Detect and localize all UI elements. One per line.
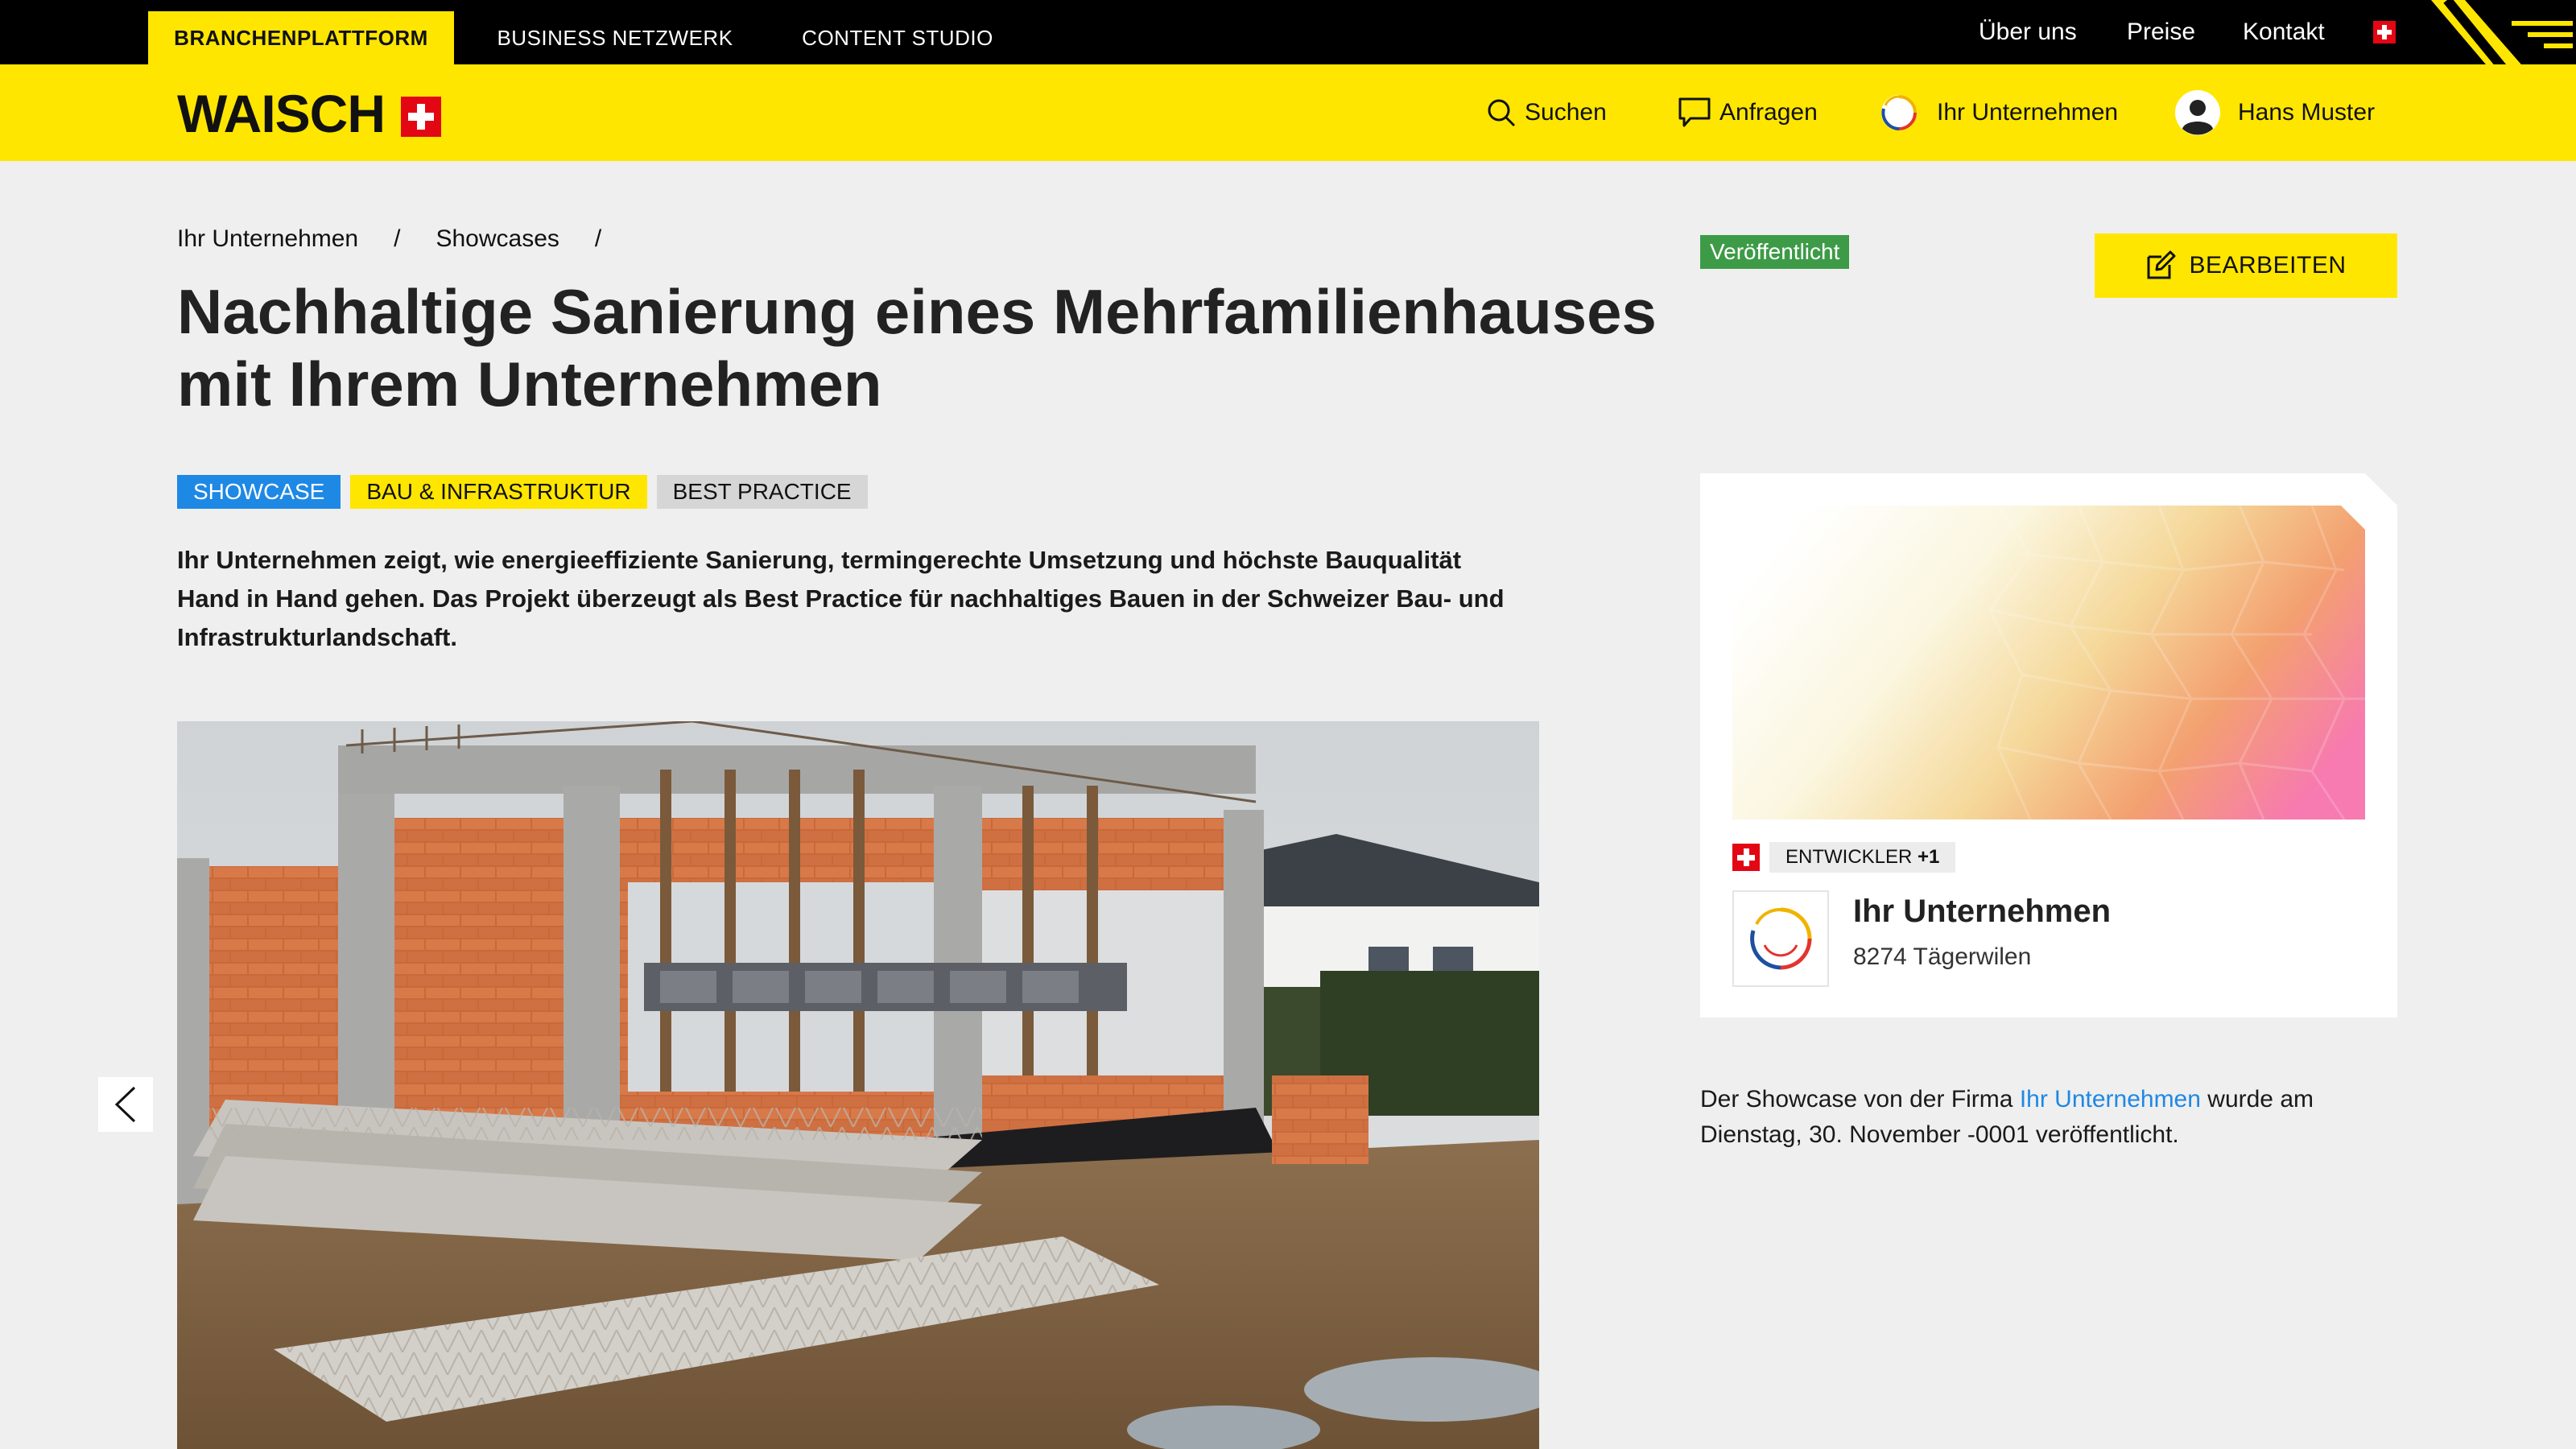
requests-nav-label: Anfragen (1719, 99, 1818, 126)
published-note: Der Showcase von der Firma Ihr Unternehm… (1700, 1082, 2392, 1153)
top-bar: BRANCHENPLATTFORM BUSINESS NETZWERK CONT… (0, 0, 2576, 64)
company-link[interactable]: Ihr Unternehmen (2020, 1086, 2201, 1113)
company-name[interactable]: Ihr Unternehmen (1853, 894, 2111, 930)
breadcrumb-item-showcases[interactable]: Showcases (436, 225, 559, 253)
edit-button[interactable]: BEARBEITEN (2095, 233, 2397, 298)
gradient-mosaic-graphic (1732, 506, 2365, 819)
tag-bau-infrastruktur[interactable]: BAU & INFRASTRUKTUR (350, 475, 647, 509)
chevron-left-icon (114, 1086, 136, 1123)
link-kontakt[interactable]: Kontakt (2243, 0, 2325, 64)
link-preise[interactable]: Preise (2127, 0, 2195, 64)
edit-button-label: BEARBEITEN (2189, 252, 2347, 279)
company-card[interactable]: ENTWICKLER +1 Ihr Unternehmen 8274 Täger… (1700, 473, 2397, 1018)
user-profile-button[interactable]: Hans Muster (2175, 89, 2375, 137)
tab-branchenplattform[interactable]: BRANCHENPLATTFORM (148, 11, 454, 64)
search-nav-button[interactable]: Suchen (1486, 89, 1607, 137)
company-logo (1732, 890, 1829, 987)
language-flag-button[interactable] (2373, 0, 2396, 64)
construction-site-illustration (177, 721, 1539, 1449)
company-meta: ENTWICKLER +1 (1732, 842, 1956, 873)
company-logo-icon (1881, 95, 1917, 130)
company-cover-image (1732, 506, 2365, 819)
requests-nav-button[interactable]: Anfragen (1678, 89, 1818, 137)
tag-showcase[interactable]: SHOWCASE (177, 475, 341, 509)
showcase-image (177, 721, 1539, 1449)
search-nav-label: Suchen (1525, 99, 1607, 126)
page-title: Nachhaltige Sanierung eines Mehrfamilien… (177, 276, 1657, 419)
breadcrumb-item-company[interactable]: Ihr Unternehmen (177, 225, 358, 253)
logo-wordmark: WAISCH (177, 84, 386, 143)
swiss-flag-icon (1732, 844, 1760, 871)
gallery-previous-button[interactable] (98, 1077, 153, 1132)
breadcrumb-separator: / (594, 225, 602, 252)
chat-bubble-icon (1678, 97, 1711, 127)
link-ueber-uns[interactable]: Über uns (1979, 0, 2077, 64)
lead-paragraph: Ihr Unternehmen zeigt, wie energieeffizi… (177, 546, 1505, 651)
tag-best-practice[interactable]: BEST PRACTICE (656, 475, 868, 509)
breadcrumb: Ihr Unternehmen / Showcases / (177, 225, 637, 253)
tab-content-studio[interactable]: CONTENT STUDIO (778, 11, 1018, 64)
status-badge: Veröffentlicht (1700, 235, 1850, 269)
role-badge: ENTWICKLER +1 (1769, 842, 1956, 873)
edit-icon (2147, 250, 2176, 279)
site-logo[interactable]: WAISCH (177, 80, 441, 147)
swiss-flag-icon (2373, 21, 2396, 43)
breadcrumb-separator: / (394, 225, 401, 252)
hamburger-menu-icon[interactable] (2512, 18, 2573, 53)
avatar-icon (2175, 90, 2220, 135)
tab-business-netzwerk[interactable]: BUSINESS NETZWERK (483, 11, 747, 64)
tag-list: SHOWCASE BAU & INFRASTRUKTUR BEST PRACTI… (177, 475, 868, 509)
company-nav-button[interactable]: Ihr Unternehmen (1879, 89, 2118, 137)
role-badge-label: ENTWICKLER (1785, 846, 1913, 868)
search-icon (1488, 99, 1516, 127)
company-nav-label: Ihr Unternehmen (1937, 99, 2119, 126)
company-location: 8274 Tägerwilen (1853, 943, 2032, 970)
user-name-label: Hans Muster (2238, 99, 2376, 126)
published-note-prefix: Der Showcase von der Firma (1700, 1086, 2020, 1113)
role-badge-extra: +1 (1918, 846, 1940, 868)
swiss-flag-icon (401, 97, 441, 137)
company-ring-logo-icon (1750, 907, 1812, 970)
